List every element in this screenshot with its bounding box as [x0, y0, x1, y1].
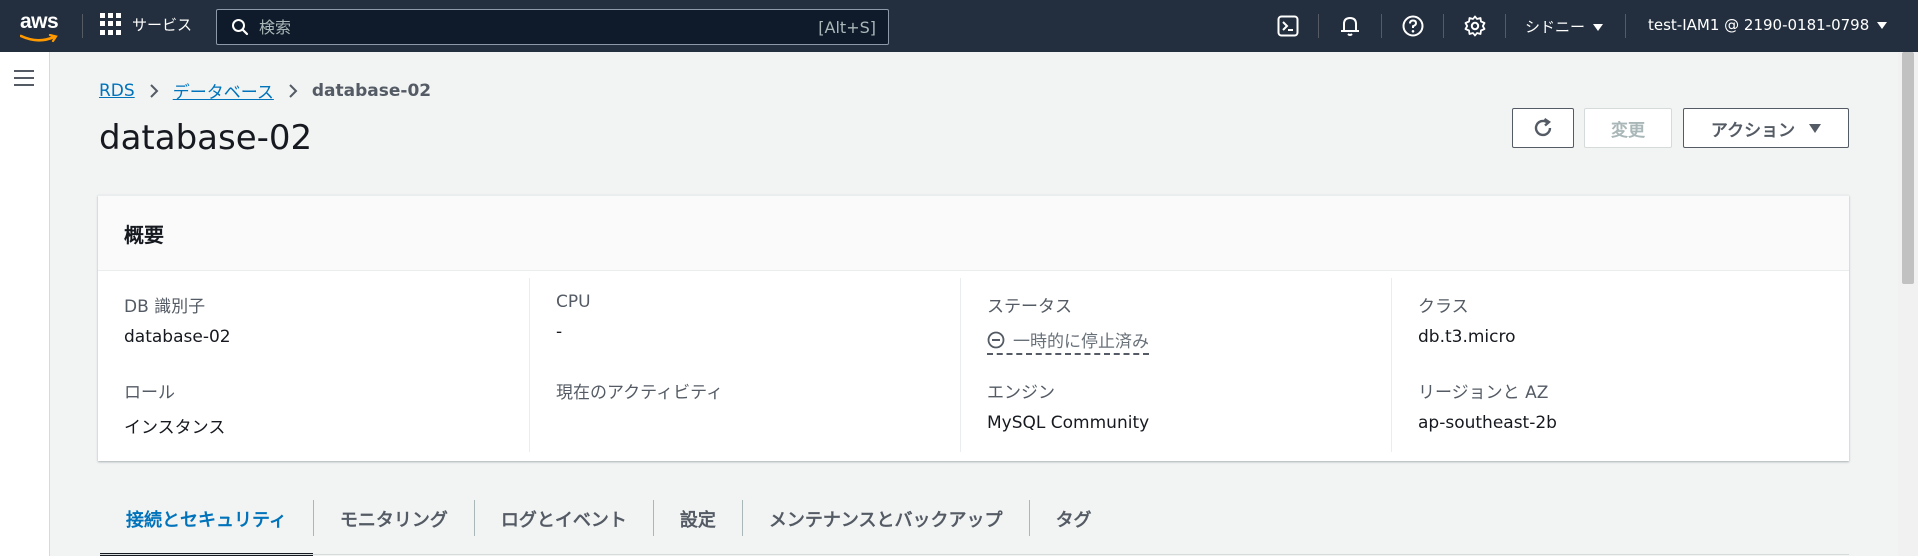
summary-column-1: DB 識別子 database-02 ロール インスタンス — [98, 278, 529, 452]
caret-down-icon — [1877, 22, 1888, 29]
class-field: クラス db.t3.micro — [1418, 292, 1516, 347]
search-bar[interactable]: [Alt+S] — [216, 9, 889, 45]
top-navigation: aws サービス [Alt+S] — [0, 0, 1918, 52]
refresh-icon — [1534, 118, 1552, 137]
field-label: エンジン — [987, 383, 1055, 403]
settings-gear-icon[interactable] — [1463, 14, 1487, 38]
current-activity-field: 現在のアクティビティ — [556, 378, 723, 413]
field-label: リージョンと AZ — [1418, 383, 1549, 403]
aws-logo[interactable]: aws — [18, 10, 64, 43]
nav-divider — [1443, 14, 1444, 38]
page-scrollbar[interactable] — [1898, 52, 1918, 556]
caret-down-icon — [1593, 24, 1604, 31]
tab-configuration[interactable]: 設定 — [654, 496, 742, 556]
aws-smile-icon — [20, 34, 58, 43]
role-field: ロール インスタンス — [124, 378, 225, 438]
breadcrumb: RDS データベース database-02 — [99, 78, 432, 104]
account-menu[interactable]: test-IAM1 @ 2190-0181-0798 — [1648, 16, 1888, 34]
cpu-field: CPU - — [556, 292, 591, 342]
chevron-right-icon — [149, 83, 159, 98]
modify-button-label: 変更 — [1611, 120, 1645, 141]
summary-header: 概要 — [98, 196, 1849, 271]
tab-logs-events[interactable]: ログとイベント — [475, 496, 653, 556]
region-az-field: リージョンと AZ ap-southeast-2b — [1418, 378, 1557, 433]
field-value: ap-southeast-2b — [1418, 413, 1557, 433]
scrollbar-thumb[interactable] — [1902, 52, 1914, 284]
search-shortcut-hint: [Alt+S] — [818, 17, 876, 37]
tab-monitoring[interactable]: モニタリング — [314, 496, 474, 556]
field-label: 現在のアクティビティ — [556, 383, 724, 403]
field-label: DB 識別子 — [124, 297, 206, 317]
engine-field: エンジン MySQL Community — [987, 378, 1149, 433]
summary-column-4: クラス db.t3.micro リージョンと AZ ap-southeast-2… — [1391, 278, 1822, 452]
region-selector[interactable]: シドニー — [1525, 16, 1604, 37]
db-identifier-field: DB 識別子 database-02 — [124, 292, 231, 347]
field-label: ロール — [124, 383, 175, 403]
breadcrumb-rds-link[interactable]: RDS — [99, 81, 135, 101]
hamburger-menu-icon[interactable] — [14, 70, 34, 86]
cloudshell-icon[interactable] — [1276, 14, 1300, 38]
modify-button[interactable]: 変更 — [1584, 108, 1672, 148]
field-value: database-02 — [124, 327, 231, 347]
tabs-baseline — [100, 554, 1849, 555]
status-value: 一時的に停止済み — [1013, 332, 1149, 352]
actions-dropdown-button[interactable]: アクション — [1683, 108, 1849, 148]
side-navigation-rail — [0, 52, 50, 556]
nav-divider — [1625, 14, 1626, 38]
notifications-bell-icon[interactable] — [1338, 14, 1362, 38]
field-label: クラス — [1418, 297, 1469, 317]
nav-divider — [1505, 14, 1506, 38]
status-indicator[interactable]: 一時的に停止済み — [987, 327, 1149, 355]
field-label: CPU — [556, 292, 591, 312]
help-icon[interactable] — [1401, 14, 1425, 38]
refresh-button[interactable] — [1512, 108, 1574, 148]
search-input[interactable] — [259, 17, 819, 37]
actions-button-label: アクション — [1710, 120, 1796, 141]
tab-maintenance-backup[interactable]: メンテナンスとバックアップ — [743, 496, 1029, 556]
field-value: インスタンス — [124, 418, 226, 438]
page-title: database-02 — [99, 118, 313, 158]
grid-icon — [100, 13, 122, 35]
field-value: db.t3.micro — [1418, 327, 1516, 347]
region-label: シドニー — [1525, 18, 1586, 36]
chevron-right-icon — [289, 83, 298, 98]
account-label: test-IAM1 @ 2190-0181-0798 — [1648, 16, 1870, 34]
summary-column-2: CPU - 現在のアクティビティ — [529, 278, 960, 452]
status-field: ステータス 一時的に停止済み — [987, 292, 1149, 355]
tab-connectivity-security[interactable]: 接続とセキュリティ — [100, 496, 313, 556]
services-label: サービス — [132, 15, 193, 34]
stopped-status-icon — [987, 331, 1005, 348]
field-value: MySQL Community — [987, 413, 1150, 433]
field-value: - — [556, 322, 563, 342]
nav-divider — [82, 14, 83, 38]
aws-logo-text: aws — [20, 10, 59, 33]
tab-tags[interactable]: タグ — [1030, 496, 1118, 556]
summary-column-3: ステータス 一時的に停止済み エンジン MySQL Community — [960, 278, 1391, 452]
search-icon — [232, 19, 249, 36]
breadcrumb-current: database-02 — [311, 80, 432, 101]
nav-divider — [1381, 14, 1382, 38]
caret-down-icon — [1809, 123, 1822, 133]
services-menu-button[interactable]: サービス — [100, 13, 192, 35]
summary-panel: 概要 DB 識別子 database-02 ロール インスタンス CPU - 現… — [98, 195, 1849, 461]
detail-tabs: 接続とセキュリティ モニタリング ログとイベント 設定 メンテナンスとバックアッ… — [100, 496, 1118, 556]
nav-divider — [1318, 14, 1319, 38]
breadcrumb-databases-link[interactable]: データベース — [173, 78, 274, 103]
field-label: ステータス — [987, 297, 1072, 317]
